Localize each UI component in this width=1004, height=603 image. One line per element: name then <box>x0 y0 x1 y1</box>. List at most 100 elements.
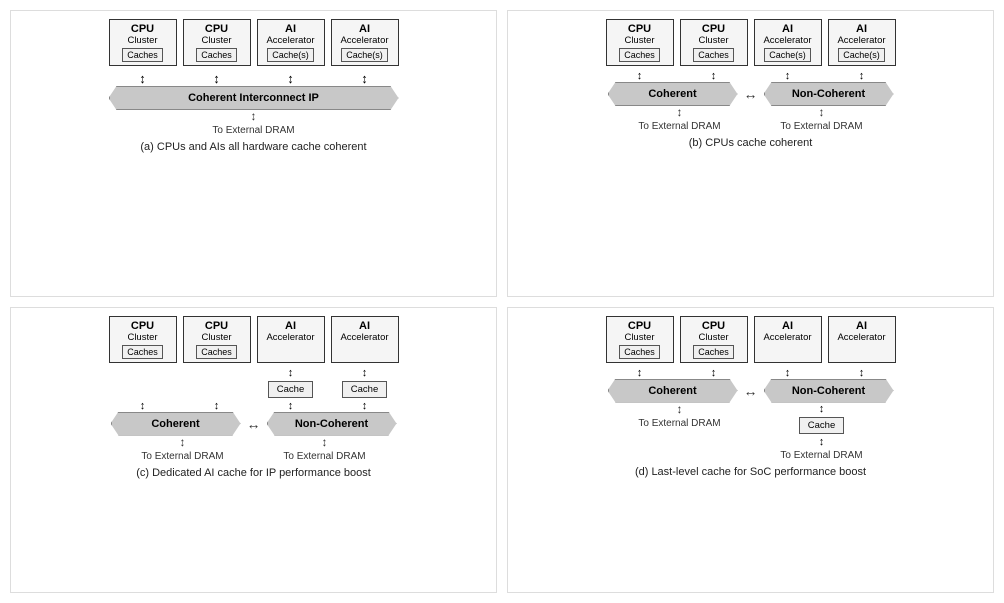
unit-sub: Accelerator <box>263 332 319 343</box>
unit-ai1-d: AI Accelerator <box>754 316 822 363</box>
arrow-icon: ↕ <box>751 106 893 119</box>
banner-arrow-c: ↔ <box>247 416 261 432</box>
unit-title: AI <box>760 23 816 35</box>
top-boxes-c: CPU Cluster Caches CPU Cluster Caches AI… <box>109 316 399 363</box>
unit-sub: Cluster <box>115 35 171 46</box>
coherent-banner-b: Coherent <box>608 82 738 106</box>
arrow-col: ↕ <box>606 70 674 82</box>
arrow-icon: ↕ <box>785 367 791 379</box>
unit-title: CPU <box>189 23 245 35</box>
unit-sub: Accelerator <box>337 332 393 343</box>
unit-ai2-d: AI Accelerator <box>828 316 896 363</box>
top-boxes-d: CPU Cluster Caches CPU Cluster Caches AI… <box>606 316 896 363</box>
unit-sub: Cluster <box>115 332 171 343</box>
unit-ai2-c: AI Accelerator <box>331 316 399 363</box>
unit-title: AI <box>834 23 890 35</box>
unit-cpu1-d: CPU Cluster Caches <box>606 316 674 363</box>
top-boxes-a: CPU Cluster Caches CPU Cluster Caches AI… <box>109 19 399 66</box>
unit-title: AI <box>337 23 393 35</box>
left-dram-col-d: ↕ To External DRAM <box>609 403 751 461</box>
arrow-col: ↕ <box>606 367 674 379</box>
arrow-col: ↕ <box>754 367 822 379</box>
arrow-icon: ↕ <box>609 403 751 416</box>
arrow-icon: ↕ <box>139 71 146 86</box>
unit-cpu2-d: CPU Cluster Caches <box>680 316 748 363</box>
arrow-col: ↕ <box>680 367 748 379</box>
unit-sub: Cluster <box>686 35 742 46</box>
arrow-icon: ↕ <box>288 400 294 412</box>
cache-box: Caches <box>693 48 734 62</box>
unit-cpu1-c: CPU Cluster Caches <box>109 316 177 363</box>
arrows-row-d: ↕ ↕ ↕ ↕ <box>513 367 988 379</box>
unit-ai2-a: AI Accelerator Cache(s) <box>331 19 399 66</box>
unit-title: CPU <box>612 23 668 35</box>
non-coherent-banner-b: Non-Coherent <box>764 82 894 106</box>
arrows-split-b: ↕ ↕ ↕ ↕ <box>513 70 988 82</box>
right-col2: ↕ Cache ↕ <box>331 367 399 412</box>
dram-col-left-c: ↕ To External DRAM <box>112 436 254 462</box>
caption-d: (d) Last-level cache for SoC performance… <box>635 466 866 478</box>
non-coherent-banner-c: Non-Coherent <box>267 412 397 436</box>
arrow-col: ↕ <box>828 367 896 379</box>
arrow-icon: ↕ <box>711 70 717 82</box>
unit-ai1-c: AI Accelerator <box>257 316 325 363</box>
arrow-col: ↕ <box>828 70 896 82</box>
unit-sub: Accelerator <box>760 35 816 46</box>
arrow-icon: ↕ <box>637 367 643 379</box>
unit-title: AI <box>263 23 319 35</box>
arrow-icon: ↕ <box>214 400 220 412</box>
arrow-icon: ↕ <box>361 71 368 86</box>
dram-col-right-c: ↕ To External DRAM <box>254 436 396 462</box>
right-col1: ↕ Cache ↕ <box>257 367 325 412</box>
coherent-banner-c: Coherent <box>111 412 241 436</box>
unit-sub: Accelerator <box>337 35 393 46</box>
middle-section-c: ↕ ↕ ↕ Cache ↕ ↕ Cache ↕ <box>16 367 491 412</box>
left-arrow-col1: ↕ <box>109 400 177 412</box>
dram-label-c1: To External DRAM <box>112 451 254 462</box>
unit-cpu1-a: CPU Cluster Caches <box>109 19 177 66</box>
unit-sub: Cluster <box>612 35 668 46</box>
unit-sub: Accelerator <box>263 35 319 46</box>
banner-row-c: Coherent ↔ Non-Coherent <box>16 412 491 436</box>
dram-col-right: ↕ To External DRAM <box>751 106 893 132</box>
arrow-col: ↕ <box>331 70 399 86</box>
unit-title: AI <box>263 320 319 332</box>
unit-cpu2-a: CPU Cluster Caches <box>183 19 251 66</box>
cache-box: Caches <box>693 345 734 359</box>
dram-label-d1: To External DRAM <box>609 418 751 429</box>
unit-title: CPU <box>686 23 742 35</box>
unit-title: AI <box>337 320 393 332</box>
unit-title: CPU <box>612 320 668 332</box>
cache-mid-c2: Cache <box>342 381 387 398</box>
unit-cpu2-b: CPU Cluster Caches <box>680 19 748 66</box>
cache-mid-c1: Cache <box>268 381 313 398</box>
banner-row-d: Coherent ↔ Non-Coherent <box>513 379 988 403</box>
post-banner-row-d: ↕ To External DRAM ↕ Cache ↕ To External… <box>513 403 988 461</box>
cache-box: Caches <box>122 48 163 62</box>
unit-sub: Cluster <box>686 332 742 343</box>
unit-ai1-a: AI Accelerator Cache(s) <box>257 19 325 66</box>
dram-label-a: To External DRAM <box>212 125 294 136</box>
diagram-b: CPU Cluster Caches CPU Cluster Caches AI… <box>507 10 994 297</box>
cache-box: Cache(s) <box>267 48 314 62</box>
dram-row-c: ↕ To External DRAM ↕ To External DRAM <box>16 436 491 462</box>
right-cache-col-d: ↕ Cache ↕ To External DRAM <box>751 403 893 461</box>
arrow-icon: ↕ <box>254 436 396 449</box>
cache-box: Caches <box>196 48 237 62</box>
cache-box: Caches <box>196 345 237 359</box>
arrow-icon: ↕ <box>609 106 751 119</box>
dram-label-b2: To External DRAM <box>751 121 893 132</box>
unit-cpu1-b: CPU Cluster Caches <box>606 19 674 66</box>
main-container: CPU Cluster Caches CPU Cluster Caches AI… <box>0 0 1004 603</box>
caption-b: (b) CPUs cache coherent <box>689 137 813 149</box>
caption-c: (c) Dedicated AI cache for IP performanc… <box>136 467 371 479</box>
banner-arrow-b: ↔ <box>744 86 758 102</box>
diagram-c: CPU Cluster Caches CPU Cluster Caches AI… <box>10 307 497 594</box>
unit-title: AI <box>834 320 890 332</box>
arrow-icon: ↕ <box>859 367 865 379</box>
arrow-icon: ↕ <box>637 70 643 82</box>
arrow-col: ↕ <box>754 70 822 82</box>
unit-title: AI <box>760 320 816 332</box>
unit-ai2-b: AI Accelerator Cache(s) <box>828 19 896 66</box>
dram-label-c2: To External DRAM <box>254 451 396 462</box>
